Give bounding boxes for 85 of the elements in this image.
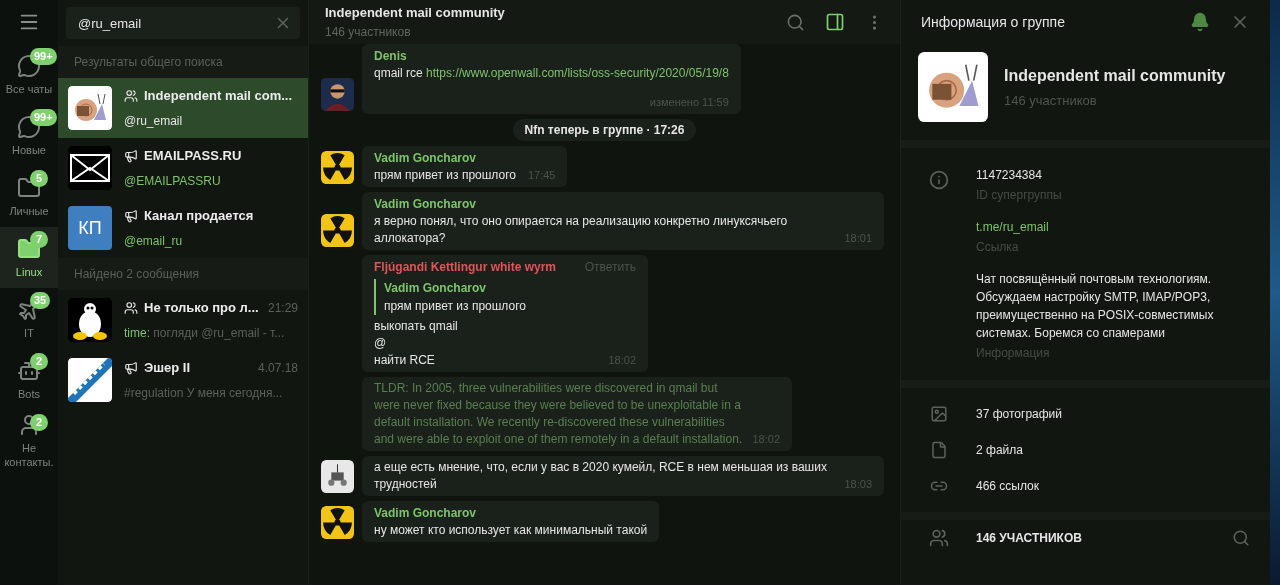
folder-tab[interactable]: 99+ Новые xyxy=(0,105,58,166)
unread-badge: 99+ xyxy=(30,48,57,65)
message-text: а еще есть мнение, что, если у вас в 2020 кумейл, RCE в нем меньшая из ваших трудностей xyxy=(374,459,827,491)
username-text: @email_ru xyxy=(124,232,184,250)
unread-badge: 2 xyxy=(30,353,48,370)
avatar-icon xyxy=(321,77,354,111)
group-icon xyxy=(124,301,138,315)
file-icon xyxy=(929,441,948,459)
megaphone-icon xyxy=(124,149,138,163)
info-value: Чат посвящённый почтовым технологиям. Обсуждаем настройку SMTP, IMAP/POP3, преимущественно на POSIX-совместимых системах. Боремся со спамерами xyxy=(976,271,1215,342)
folder-icon xyxy=(17,175,41,200)
message-preview: time: погляди @ru_email - т... xyxy=(124,324,286,342)
group-icon xyxy=(124,89,138,103)
panel-title: Информация о группе xyxy=(921,12,1066,32)
section-header: Найдено 2 сообщения xyxy=(58,258,308,290)
time-text: 4.07.18 xyxy=(257,360,298,377)
unread-badge: 99+ xyxy=(30,109,57,126)
media-link[interactable]: 37 фотографий xyxy=(976,405,1062,423)
search-icon[interactable] xyxy=(786,12,805,32)
service-message: Nfn теперь в группе · 17:26 xyxy=(512,118,697,141)
message-text: TLDR: In 2005, three vulnerabilities were discovered in qmail but were never fixed because they were believed to be unexploitable in a default installation. We recently re-discovered these vulnerabilities and were able to exploit one of them remotely in a default installation. xyxy=(374,379,744,448)
username-text: @ru_email xyxy=(124,112,184,130)
message-text: @ xyxy=(374,334,387,352)
folder-tab[interactable]: 2 Не контакты. xyxy=(0,410,58,471)
chat-title: Канал продается xyxy=(144,207,255,226)
message-link[interactable]: https://www.openwall.com/lists/oss-security/2020/05/19/8 xyxy=(426,66,729,80)
message-text: я верно понял, что оно опирается на реализацию конкретно линуксячьего аллокатора? xyxy=(374,213,788,245)
section-header: Результаты общего поиска xyxy=(58,46,308,78)
chat-title: EMAILPASS.RU xyxy=(144,147,243,166)
sender-name: Vadim Goncharov xyxy=(374,195,477,213)
message-text: найти RCE xyxy=(374,351,435,369)
search-result-row[interactable]: Эшер II 4.07.18 #regulation У меня сегодня... xyxy=(58,350,308,410)
unread-badge: 2 xyxy=(30,414,48,431)
search-icon[interactable] xyxy=(1232,529,1250,547)
folder-tab[interactable]: 5 Личные xyxy=(0,166,58,227)
time-text: 21:29 xyxy=(267,300,298,317)
folder-tab[interactable]: 7 Linux xyxy=(0,227,58,288)
side-panel-icon[interactable] xyxy=(825,12,845,32)
sender-name: Denis xyxy=(374,48,407,65)
search-result-row[interactable]: Independent mail com... @ru_email xyxy=(58,78,308,138)
unread-badge: 7 xyxy=(30,231,48,248)
envelope-avatar-icon xyxy=(68,146,112,190)
initials-avatar: КП xyxy=(68,206,112,250)
chat-title: Independent mail com... xyxy=(144,87,294,106)
quote-author: Vadim Goncharov xyxy=(384,279,488,297)
message-text: qmail rce xyxy=(374,66,423,80)
info-value: 1147234384 xyxy=(976,167,1043,184)
media-link[interactable]: 2 файла xyxy=(976,441,1023,459)
search-result-row[interactable]: EMAILPASS.RU @EMAILPASSRU xyxy=(58,138,308,198)
username-text: @EMAILPASSRU xyxy=(124,172,222,190)
folder-tab[interactable]: 99+ Все чаты xyxy=(0,44,58,105)
members-header: 146 УЧАСТНИКОВ xyxy=(976,530,1083,547)
members-icon xyxy=(928,528,949,548)
radiation-avatar-icon xyxy=(321,213,354,247)
penguin-avatar-icon xyxy=(68,298,112,342)
radiation-avatar-icon xyxy=(321,150,354,184)
chat-title: Independent mail community xyxy=(325,4,506,23)
group-link[interactable]: t.me/ru_email xyxy=(976,218,1254,236)
quote-text: прям привет из прошлого xyxy=(384,297,527,315)
bell-icon[interactable] xyxy=(1190,12,1210,32)
chat-title: Эшер II xyxy=(144,359,192,378)
search-result-row[interactable]: Не только про л... 21:29 time: погляди @ru_email - т... xyxy=(58,290,308,350)
sender-name: Vadim Goncharov xyxy=(374,504,477,522)
info-icon xyxy=(928,170,949,190)
member-count: 146 участников xyxy=(1004,91,1098,110)
megaphone-icon xyxy=(124,209,138,223)
message-text: ну может кто использует как минимальный такой xyxy=(374,522,648,537)
group-name: Independent mail community xyxy=(1004,65,1226,86)
unread-badge: 35 xyxy=(30,292,51,309)
chat-title: Не только про л... xyxy=(144,299,260,318)
message-preview: #regulation У меня сегодня... xyxy=(124,384,284,402)
search-result-row[interactable]: КП Канал продается @email_ru xyxy=(58,198,308,258)
search-field[interactable]: @ru_email xyxy=(66,7,300,39)
folder-tab[interactable]: 35 IT xyxy=(0,288,58,349)
radiation-avatar-icon xyxy=(321,505,354,539)
message-text: прям привет из прошлого xyxy=(374,167,516,182)
media-link[interactable]: 466 ссылок xyxy=(976,477,1040,495)
message-text: выкопать qmail xyxy=(374,317,458,335)
image-icon xyxy=(929,405,948,423)
sender-name: Vadim Goncharov xyxy=(374,149,477,167)
member-count: 146 участников xyxy=(325,23,412,41)
megaphone-icon xyxy=(124,361,138,375)
sender-name: Fljúgandi Kettlingur white wyrm xyxy=(374,258,556,276)
unread-badge: 5 xyxy=(30,170,48,187)
folder-tab[interactable]: 2 Bots xyxy=(0,349,58,410)
